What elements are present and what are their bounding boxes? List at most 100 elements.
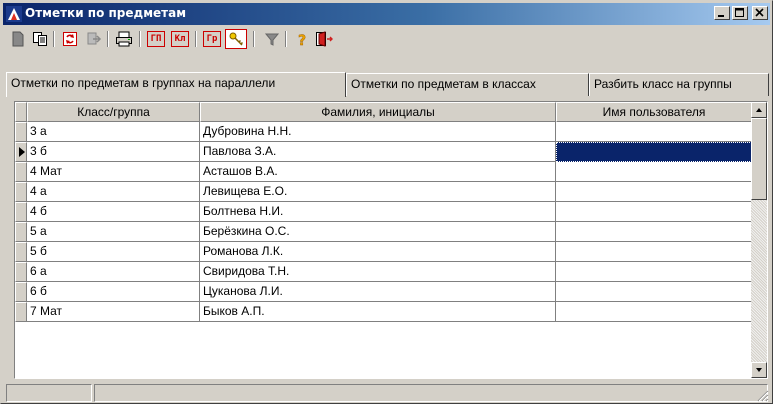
gr-button[interactable]: Гр (201, 29, 223, 49)
table-row[interactable]: 4 а Левищева Е.О. (15, 182, 752, 202)
key-button[interactable] (225, 29, 247, 49)
cell-user[interactable] (556, 222, 752, 242)
arrow-down-icon (756, 368, 762, 372)
cell-name[interactable]: Дубровина Н.Н. (200, 122, 556, 142)
export-button[interactable] (83, 29, 105, 49)
gp-icon: ГП (147, 31, 165, 47)
tab-classes[interactable]: Отметки по предметам в классах (346, 73, 589, 96)
resize-grip-icon[interactable] (757, 390, 769, 402)
minimize-button[interactable] (714, 6, 730, 20)
filter-icon (264, 33, 280, 46)
cell-user[interactable] (556, 142, 752, 162)
row-indicator[interactable] (15, 262, 27, 282)
cell-user[interactable] (556, 162, 752, 182)
print-button[interactable] (113, 29, 135, 49)
arrow-up-icon (756, 108, 762, 112)
row-indicator[interactable] (15, 282, 27, 302)
header-name[interactable]: Фамилия, инициалы (200, 102, 556, 122)
cell-name[interactable]: Свиридова Т.Н. (200, 262, 556, 282)
title-bar[interactable]: Отметки по предметам (3, 3, 770, 25)
header-class[interactable]: Класс/группа (27, 102, 200, 122)
table-row[interactable]: 5 б Романова Л.К. (15, 242, 752, 262)
table-row[interactable]: 3 б Павлова З.А. (15, 142, 752, 162)
app-window: Отметки по предметам ГП Кл Гр ? Отметки … (0, 0, 773, 404)
cell-class[interactable]: 4 б (27, 202, 200, 222)
gp-button[interactable]: ГП (145, 29, 167, 49)
close-icon (755, 8, 764, 17)
cell-name[interactable]: Романова Л.К. (200, 242, 556, 262)
cell-user[interactable] (556, 302, 752, 322)
row-indicator[interactable] (15, 202, 27, 222)
row-indicator[interactable] (15, 162, 27, 182)
row-indicator[interactable] (15, 182, 27, 202)
row-indicator[interactable] (15, 142, 27, 162)
table-row[interactable]: 5 а Берёзкина О.С. (15, 222, 752, 242)
vertical-scrollbar[interactable] (751, 102, 767, 378)
filter-button[interactable] (261, 29, 283, 49)
cell-user[interactable] (556, 282, 752, 302)
row-indicator[interactable] (15, 222, 27, 242)
cell-name[interactable]: Павлова З.А. (200, 142, 556, 162)
help-button[interactable]: ? (291, 29, 313, 49)
cell-name[interactable]: Берёзкина О.С. (200, 222, 556, 242)
cell-user[interactable] (556, 182, 752, 202)
new-document-button[interactable] (7, 29, 29, 49)
gr-icon: Гр (203, 31, 221, 47)
row-indicator[interactable] (15, 302, 27, 322)
cell-name[interactable]: Цуканова Л.И. (200, 282, 556, 302)
exit-icon (316, 31, 333, 47)
kl-button[interactable]: Кл (169, 29, 191, 49)
cell-user[interactable] (556, 202, 752, 222)
copy-icon (33, 32, 47, 46)
table-row[interactable]: 4 Мат Асташов В.А. (15, 162, 752, 182)
cell-user[interactable] (556, 262, 752, 282)
cell-user[interactable] (556, 122, 752, 142)
maximize-button[interactable] (732, 6, 748, 20)
svg-text:?: ? (298, 33, 306, 47)
cell-user[interactable] (556, 242, 752, 262)
tab-split-class[interactable]: Разбить класс на группы (589, 73, 769, 96)
scroll-down-button[interactable] (751, 362, 767, 378)
header-corner (15, 102, 27, 122)
cell-class[interactable]: 5 а (27, 222, 200, 242)
cell-name[interactable]: Левищева Е.О. (200, 182, 556, 202)
exit-button[interactable] (313, 29, 335, 49)
toolbar: ГП Кл Гр ? (3, 26, 770, 52)
refresh-button[interactable] (59, 29, 81, 49)
copy-button[interactable] (29, 29, 51, 49)
cell-class[interactable]: 4 Мат (27, 162, 200, 182)
status-panel-2 (94, 384, 768, 402)
cell-class[interactable]: 5 б (27, 242, 200, 262)
export-icon (87, 32, 102, 45)
scroll-up-button[interactable] (751, 102, 767, 118)
tab-groups-parallel[interactable]: Отметки по предметам в группах на паралл… (6, 72, 346, 97)
row-indicator[interactable] (15, 122, 27, 142)
maximize-icon (735, 8, 744, 17)
print-icon (116, 31, 132, 47)
cell-name[interactable]: Быков А.П. (200, 302, 556, 322)
cell-class[interactable]: 3 а (27, 122, 200, 142)
table-row[interactable]: 7 Мат Быков А.П. (15, 302, 752, 322)
close-button[interactable] (752, 6, 768, 20)
cell-name[interactable]: Асташов В.А. (200, 162, 556, 182)
cell-class[interactable]: 6 б (27, 282, 200, 302)
status-bar (3, 383, 770, 403)
cell-class[interactable]: 6 а (27, 262, 200, 282)
cell-class[interactable]: 4 а (27, 182, 200, 202)
data-grid[interactable]: Класс/группа Фамилия, инициалы Имя польз… (14, 101, 768, 379)
refresh-icon (63, 32, 77, 46)
cell-class[interactable]: 7 Мат (27, 302, 200, 322)
table-row[interactable]: 6 а Свиридова Т.Н. (15, 262, 752, 282)
kl-icon: Кл (171, 31, 189, 47)
header-user[interactable]: Имя пользователя (556, 102, 752, 122)
cell-class[interactable]: 3 б (27, 142, 200, 162)
table-row[interactable]: 6 б Цуканова Л.И. (15, 282, 752, 302)
cell-name[interactable]: Болтнева Н.И. (200, 202, 556, 222)
row-indicator[interactable] (15, 242, 27, 262)
table-row[interactable]: 3 а Дубровина Н.Н. (15, 122, 752, 142)
document-icon (12, 31, 24, 47)
scroll-thumb[interactable] (751, 118, 767, 200)
window-title: Отметки по предметам (25, 6, 187, 20)
table-row[interactable]: 4 б Болтнева Н.И. (15, 202, 752, 222)
current-row-arrow-icon (19, 147, 25, 157)
